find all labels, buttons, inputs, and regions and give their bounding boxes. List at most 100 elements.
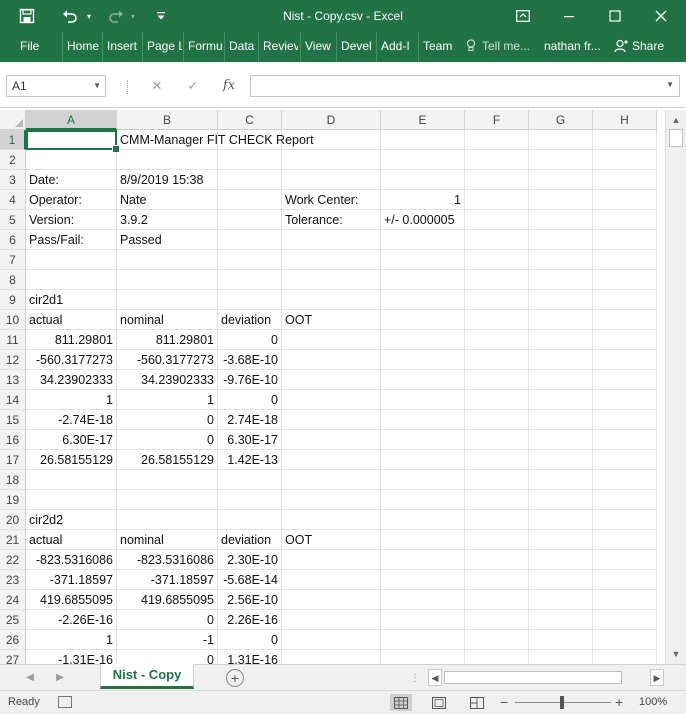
cell-d12[interactable]: [282, 350, 381, 370]
cell-h11[interactable]: [593, 330, 657, 350]
cell-f13[interactable]: [465, 370, 529, 390]
row-header-22[interactable]: 22: [0, 550, 26, 570]
cell-g25[interactable]: [529, 610, 593, 630]
cell-h20[interactable]: [593, 510, 657, 530]
row-header-12[interactable]: 12: [0, 350, 26, 370]
cell-a25[interactable]: -2.26E-16: [26, 610, 117, 630]
zoom-in-icon[interactable]: +: [615, 691, 623, 713]
cell-a1[interactable]: [26, 130, 120, 153]
tab-home[interactable]: Home: [62, 32, 100, 62]
cell-c15[interactable]: 2.74E-18: [218, 410, 282, 430]
cell-c3[interactable]: [218, 170, 282, 190]
cell-h13[interactable]: [593, 370, 657, 390]
cell-c24[interactable]: 2.56E-10: [218, 590, 282, 610]
cell-e15[interactable]: [381, 410, 465, 430]
add-sheet-icon[interactable]: +: [226, 669, 244, 687]
cell-b9[interactable]: [117, 290, 218, 310]
row-header-26[interactable]: 26: [0, 630, 26, 650]
redo-icon[interactable]: [104, 0, 128, 32]
insert-function-icon[interactable]: fx: [216, 75, 242, 97]
cell-d7[interactable]: [282, 250, 381, 270]
cell-f16[interactable]: [465, 430, 529, 450]
cell-d17[interactable]: [282, 450, 381, 470]
undo-dropdown-icon[interactable]: ▾: [84, 0, 94, 32]
tab-file[interactable]: File: [20, 32, 62, 62]
cell-e11[interactable]: [381, 330, 465, 350]
cell-c18[interactable]: [218, 470, 282, 490]
vertical-scrollbar[interactable]: ▲ ▼: [665, 110, 686, 664]
cell-f18[interactable]: [465, 470, 529, 490]
tell-me-box[interactable]: Tell me...: [466, 32, 530, 62]
cell-a7[interactable]: [26, 250, 117, 270]
zoom-slider-knob[interactable]: [560, 696, 564, 709]
row-header-20[interactable]: 20: [0, 510, 26, 530]
cell-h22[interactable]: [593, 550, 657, 570]
cell-a22[interactable]: -823.5316086: [26, 550, 117, 570]
cell-d13[interactable]: [282, 370, 381, 390]
cell-d5[interactable]: Tolerance:: [282, 210, 381, 230]
page-break-preview-icon[interactable]: [466, 694, 488, 711]
cell-h3[interactable]: [593, 170, 657, 190]
cell-h1[interactable]: [593, 130, 657, 150]
cell-e2[interactable]: [381, 150, 465, 170]
cell-b8[interactable]: [117, 270, 218, 290]
cell-d22[interactable]: [282, 550, 381, 570]
cell-e25[interactable]: [381, 610, 465, 630]
cell-g3[interactable]: [529, 170, 593, 190]
cell-h9[interactable]: [593, 290, 657, 310]
tab-view[interactable]: View: [300, 32, 336, 62]
cell-g2[interactable]: [529, 150, 593, 170]
cell-a19[interactable]: [26, 490, 117, 510]
cell-b10[interactable]: nominal: [117, 310, 218, 330]
cell-e17[interactable]: [381, 450, 465, 470]
cell-d9[interactable]: [282, 290, 381, 310]
user-account[interactable]: nathan fr...: [544, 32, 601, 62]
cell-g5[interactable]: [529, 210, 593, 230]
cell-g10[interactable]: [529, 310, 593, 330]
cell-f5[interactable]: [465, 210, 529, 230]
cell-f12[interactable]: [465, 350, 529, 370]
cell-a4[interactable]: Operator:: [26, 190, 117, 210]
cell-g12[interactable]: [529, 350, 593, 370]
row-header-16[interactable]: 16: [0, 430, 26, 450]
cell-g14[interactable]: [529, 390, 593, 410]
cell-e27[interactable]: [381, 650, 465, 664]
scroll-right-icon[interactable]: ▶: [650, 669, 664, 686]
cell-c6[interactable]: [218, 230, 282, 250]
cell-e12[interactable]: [381, 350, 465, 370]
column-header-c[interactable]: C: [218, 110, 282, 130]
cell-d24[interactable]: [282, 590, 381, 610]
cell-h6[interactable]: [593, 230, 657, 250]
cell-a9[interactable]: cir2d1: [26, 290, 117, 310]
cell-h12[interactable]: [593, 350, 657, 370]
cell-b6[interactable]: Passed: [117, 230, 218, 250]
cell-a14[interactable]: 1: [26, 390, 117, 410]
row-header-15[interactable]: 15: [0, 410, 26, 430]
cell-e13[interactable]: [381, 370, 465, 390]
cell-e21[interactable]: [381, 530, 465, 550]
cell-c27[interactable]: 1.31E-16: [218, 650, 282, 664]
scroll-up-icon[interactable]: ▲: [666, 112, 686, 128]
cell-g15[interactable]: [529, 410, 593, 430]
tab-data[interactable]: Data: [224, 32, 258, 62]
cell-d4[interactable]: Work Center:: [282, 190, 381, 210]
cell-d27[interactable]: [282, 650, 381, 664]
cell-h5[interactable]: [593, 210, 657, 230]
formula-input[interactable]: ▼: [250, 75, 680, 97]
cell-a20[interactable]: cir2d2: [26, 510, 117, 530]
cancel-icon[interactable]: ✕: [144, 75, 170, 97]
close-icon[interactable]: [638, 0, 684, 32]
enter-icon[interactable]: ✓: [180, 75, 206, 97]
column-header-e[interactable]: E: [381, 110, 465, 130]
cell-f9[interactable]: [465, 290, 529, 310]
cell-e18[interactable]: [381, 470, 465, 490]
cell-b22[interactable]: -823.5316086: [117, 550, 218, 570]
cell-a6[interactable]: Pass/Fail:: [26, 230, 117, 250]
cell-c5[interactable]: [218, 210, 282, 230]
cell-f3[interactable]: [465, 170, 529, 190]
cell-f11[interactable]: [465, 330, 529, 350]
cell-c25[interactable]: 2.26E-16: [218, 610, 282, 630]
cell-b13[interactable]: 34.23902333: [117, 370, 218, 390]
cell-c23[interactable]: -5.68E-14: [218, 570, 282, 590]
cell-h24[interactable]: [593, 590, 657, 610]
